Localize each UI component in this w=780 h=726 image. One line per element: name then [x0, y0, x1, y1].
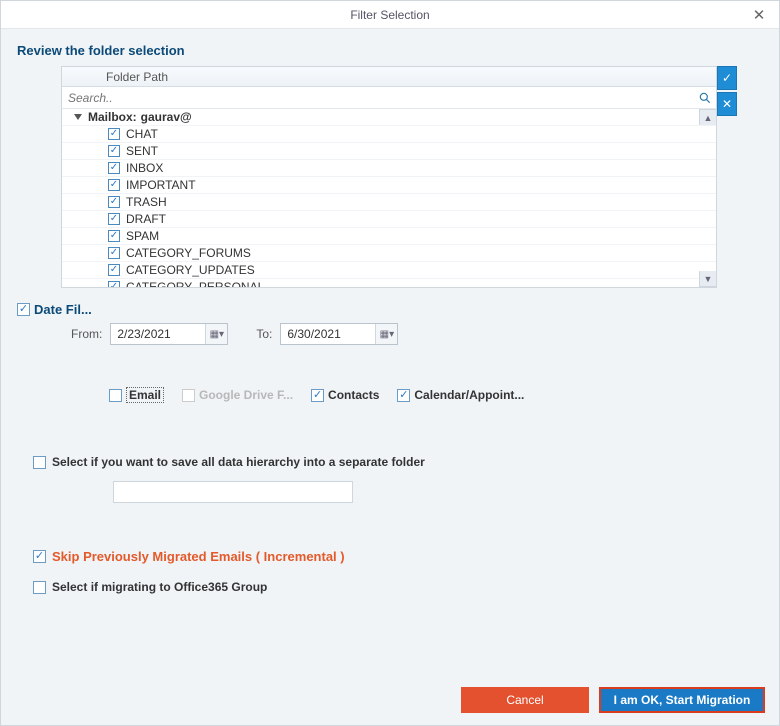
folder-item[interactable]: IMPORTANT — [62, 177, 716, 194]
folder-label: SPAM — [126, 228, 159, 245]
folder-label: CATEGORY_PERSONAL — [126, 279, 264, 288]
to-date-input[interactable]: 6/30/2021 ▦▾ — [280, 323, 398, 345]
folder-label: CHAT — [126, 126, 158, 143]
search-icon[interactable] — [694, 87, 716, 109]
folder-checkbox[interactable] — [108, 230, 120, 242]
folder-item[interactable]: SPAM — [62, 228, 716, 245]
folder-checkbox[interactable] — [108, 213, 120, 225]
folder-item[interactable]: SENT — [62, 143, 716, 160]
contacts-checkbox[interactable] — [311, 389, 324, 402]
skip-prev-checkbox[interactable] — [33, 550, 46, 563]
window-title: Filter Selection — [350, 8, 429, 22]
to-label: To: — [256, 327, 272, 341]
folder-checkbox[interactable] — [108, 264, 120, 276]
folder-item[interactable]: CATEGORY_PERSONAL — [62, 279, 716, 287]
search-input[interactable] — [62, 88, 694, 108]
folder-checkbox[interactable] — [108, 281, 120, 287]
review-title: Review the folder selection — [17, 43, 763, 58]
select-all-button[interactable]: ✓ — [717, 66, 737, 90]
folder-column-header[interactable]: Folder Path — [62, 67, 716, 87]
email-checkbox[interactable] — [109, 389, 122, 402]
folder-checkbox[interactable] — [108, 247, 120, 259]
folder-label: INBOX — [126, 160, 163, 177]
folder-checkbox[interactable] — [108, 145, 120, 157]
skip-prev-label: Skip Previously Migrated Emails ( Increm… — [52, 549, 345, 564]
cancel-button[interactable]: Cancel — [461, 687, 589, 713]
folder-label: CATEGORY_UPDATES — [126, 262, 255, 279]
scroll-down-icon[interactable]: ▼ — [699, 271, 716, 287]
folder-label: CATEGORY_FORUMS — [126, 245, 251, 262]
folder-item[interactable]: INBOX — [62, 160, 716, 177]
gdrive-label: Google Drive F... — [199, 388, 293, 402]
hierarchy-folder-input[interactable] — [113, 481, 353, 503]
email-label: Email — [126, 387, 164, 403]
date-filter-label: Date Fil... — [34, 302, 92, 317]
calendar-dropdown-icon[interactable]: ▦▾ — [375, 324, 397, 344]
gdrive-checkbox — [182, 389, 195, 402]
scroll-up-icon[interactable]: ▲ — [699, 109, 716, 125]
folder-panel: Folder Path ▲ Mailbox: gaurav@ CHAT SENT — [61, 66, 717, 288]
folder-item[interactable]: CHAT — [62, 126, 716, 143]
date-filter-checkbox[interactable] — [17, 303, 30, 316]
save-hierarchy-checkbox[interactable] — [33, 456, 46, 469]
o365-group-label: Select if migrating to Office365 Group — [52, 580, 267, 594]
folder-label: DRAFT — [126, 211, 166, 228]
folder-checkbox[interactable] — [108, 196, 120, 208]
deselect-all-button[interactable]: ✕ — [717, 92, 737, 116]
close-icon[interactable]: ✕ — [747, 3, 771, 27]
root-label: Mailbox: — [88, 109, 137, 126]
folder-item[interactable]: TRASH — [62, 194, 716, 211]
from-label: From: — [71, 327, 102, 341]
folder-checkbox[interactable] — [108, 162, 120, 174]
calendar-label: Calendar/Appoint... — [414, 388, 524, 402]
collapse-icon[interactable] — [74, 114, 82, 120]
folder-label: SENT — [126, 143, 158, 160]
folder-checkbox[interactable] — [108, 128, 120, 140]
calendar-dropdown-icon[interactable]: ▦▾ — [205, 324, 227, 344]
folder-item[interactable]: CATEGORY_FORUMS — [62, 245, 716, 262]
o365-group-checkbox[interactable] — [33, 581, 46, 594]
root-email: gaurav@ — [141, 109, 192, 126]
save-hierarchy-label: Select if you want to save all data hier… — [52, 455, 425, 469]
start-migration-button[interactable]: I am OK, Start Migration — [599, 687, 765, 713]
from-date-input[interactable]: 2/23/2021 ▦▾ — [110, 323, 228, 345]
from-date-value: 2/23/2021 — [117, 327, 170, 341]
folder-item[interactable]: DRAFT — [62, 211, 716, 228]
to-date-value: 6/30/2021 — [287, 327, 340, 341]
calendar-checkbox[interactable] — [397, 389, 410, 402]
folder-checkbox[interactable] — [108, 179, 120, 191]
contacts-label: Contacts — [328, 388, 379, 402]
folder-item[interactable]: CATEGORY_UPDATES — [62, 262, 716, 279]
tree-root[interactable]: Mailbox: gaurav@ — [62, 109, 716, 126]
folder-label: TRASH — [126, 194, 167, 211]
folder-label: IMPORTANT — [126, 177, 196, 194]
